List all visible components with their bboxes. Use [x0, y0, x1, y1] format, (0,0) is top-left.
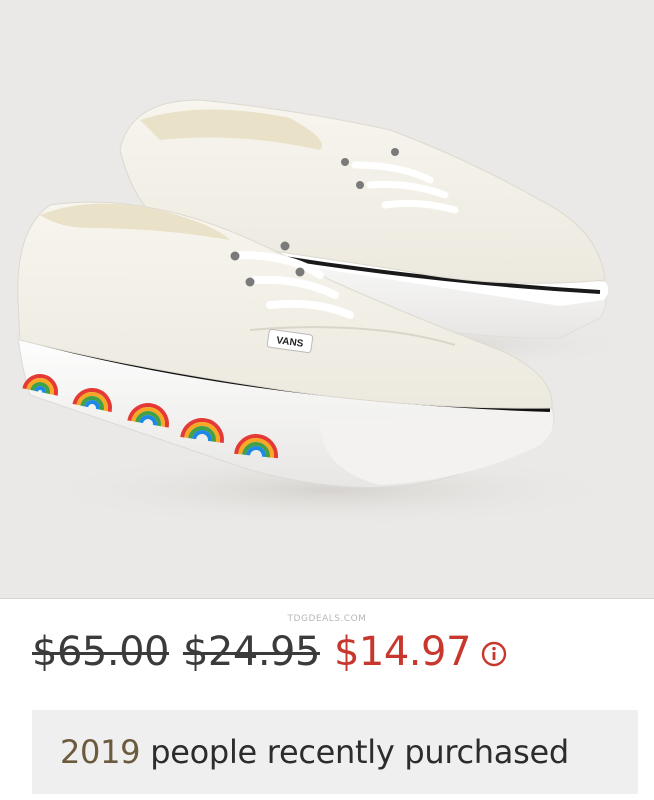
- info-circle-icon[interactable]: [481, 641, 507, 667]
- social-proof-banner: 2019 people recently purchased: [32, 710, 638, 794]
- original-price: $65.00: [32, 629, 169, 675]
- previous-price: $24.95: [182, 629, 320, 675]
- sale-price: $14.97: [333, 629, 471, 675]
- image-divider: [0, 598, 654, 599]
- purchase-count: 2019: [60, 733, 141, 771]
- price-row: $65.00 $24.95 $14.97: [32, 620, 507, 684]
- sneakers-illustration: VANS: [17, 99, 640, 528]
- product-image[interactable]: VANS: [0, 0, 654, 598]
- purchase-text: people recently purchased: [150, 733, 569, 771]
